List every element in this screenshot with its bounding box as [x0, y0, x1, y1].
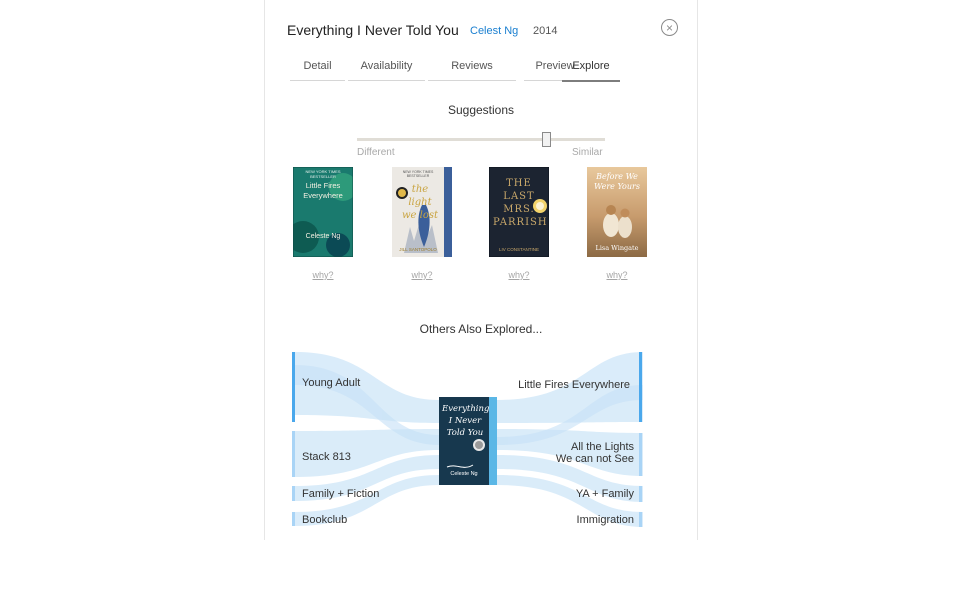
suggested-book-cover[interactable]: Before We Were Yours Lisa Wingate [587, 167, 647, 257]
why-link[interactable]: why? [587, 270, 647, 280]
cover-author: JILL SANTOPOLO [399, 247, 437, 252]
flow-bar-little-fires [639, 352, 642, 422]
flow-target-ya-family[interactable]: YA + Family [485, 488, 634, 500]
flow-source-family-fiction[interactable]: Family + Fiction [302, 488, 379, 500]
flow-target-all-the-lights-line1: All the Lights [571, 441, 634, 453]
suggestions-heading: Suggestions [447, 103, 515, 117]
similarity-slider-track[interactable] [357, 138, 605, 141]
slider-left-label: Different [357, 147, 395, 158]
current-book-cover[interactable]: Everything I Never Told You Celeste Ng [439, 397, 497, 485]
book-title: Everything I Never Told You [287, 22, 459, 38]
why-link[interactable]: why? [293, 270, 353, 280]
cover-tagline: NEW YORK TIMES BESTSELLER [305, 169, 341, 179]
flow-source-stack-813[interactable]: Stack 813 [302, 451, 351, 463]
cover-author: LIV CONSTANTINE [499, 247, 539, 252]
flow-bar-stack-813 [292, 431, 295, 477]
flow-bar-young-adult [292, 352, 295, 422]
suggested-book-cover[interactable]: NEW YORK TIMES BESTSELLER the light we l… [392, 167, 452, 257]
flow-bar-bookclub [292, 512, 295, 526]
tab-explore[interactable]: Explore [562, 56, 620, 82]
tab-detail[interactable]: Detail [290, 56, 345, 81]
cover-title: Little Fires Everywhere [303, 181, 343, 200]
publication-year: 2014 [533, 25, 558, 37]
cover-title: Before We Were Yours [594, 172, 640, 191]
flow-source-young-adult[interactable]: Young Adult [302, 377, 360, 389]
suggested-book-cover[interactable]: NEW YORK TIMES BESTSELLER Little Fires E… [287, 166, 357, 258]
cover-author: Celeste Ng [450, 471, 478, 477]
flow-source-bookclub[interactable]: Bookclub [302, 514, 347, 526]
tab-reviews[interactable]: Reviews [428, 56, 516, 81]
cover-title: the light we lost [401, 184, 439, 221]
book-detail-panel: Everything I Never Told You Celest Ng 20… [264, 0, 698, 540]
why-link[interactable]: why? [489, 270, 549, 280]
cover-title: THE LAST MRS. PARRISH [493, 178, 548, 228]
flow-bar-immigration [639, 512, 642, 527]
cover-author: Celeste Ng [305, 233, 341, 240]
flow-target-little-fires[interactable]: Little Fires Everywhere [485, 379, 630, 391]
suggested-book-cover[interactable]: THE LAST MRS. PARRISH LIV CONSTANTINE [488, 166, 550, 258]
flow-target-immigration[interactable]: Immigration [485, 514, 634, 526]
close-circle-icon: × [665, 20, 673, 35]
close-button[interactable]: × [661, 19, 678, 36]
slider-right-label: Similar [572, 147, 603, 158]
flow-bar-ya-family [639, 486, 642, 502]
flow-bar-all-the-lights [639, 433, 642, 476]
cover-tagline: NEW YORK TIMES BESTSELLER [402, 170, 434, 178]
similarity-slider-thumb[interactable] [542, 132, 551, 147]
why-link[interactable]: why? [392, 270, 452, 280]
cover-title: Everything I Never Told You [442, 404, 490, 438]
others-explored-heading: Others Also Explored... [419, 322, 543, 336]
flow-target-all-the-lights-line2: We can not See [555, 453, 634, 465]
author-link[interactable]: Celest Ng [470, 25, 518, 37]
cover-author: Lisa Wingate [595, 244, 639, 252]
flow-bar-family-fiction [292, 486, 295, 501]
tab-availability[interactable]: Availability [348, 56, 425, 81]
flow-target-all-the-lights[interactable]: All the Lights We can not See [485, 441, 634, 465]
